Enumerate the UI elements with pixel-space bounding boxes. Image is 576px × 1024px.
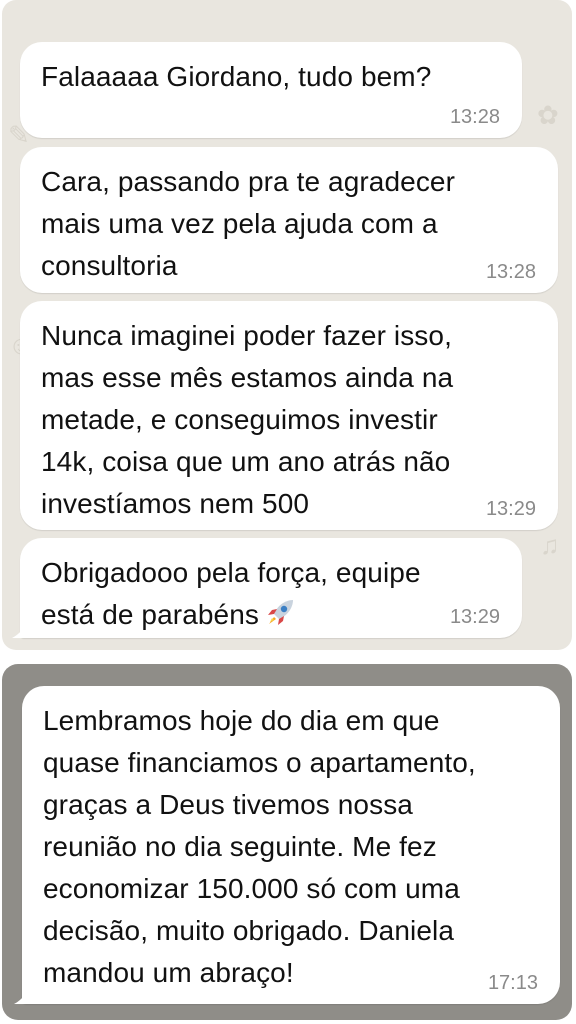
bubble-tail	[12, 616, 32, 638]
chat-panel-bottom: Lembramos hoje do dia em que quase finan…	[2, 664, 572, 1020]
rocket-emoji	[263, 596, 297, 642]
wallpaper-doodle: ♫	[540, 530, 560, 560]
message-bubble[interactable]: Cara, passando pra te agradecer mais uma…	[20, 147, 558, 293]
message-time: 13:29	[485, 498, 536, 520]
message-time: 13:29	[449, 606, 500, 628]
message-time: 13:28	[485, 261, 536, 283]
message-text: Falaaaaa Giordano, tudo bem?	[41, 61, 432, 92]
message-bubble[interactable]: Nunca imaginei poder fazer isso, mas ess…	[20, 301, 558, 530]
message-bubble[interactable]: Obrigadooo pela força, equipe está de pa…	[20, 538, 522, 638]
message-time: 13:28	[449, 106, 500, 128]
message-text-wrap: Obrigadooo pela força, equipe está de pa…	[41, 552, 501, 642]
message-bubble[interactable]: Lembramos hoje do dia em que quase finan…	[22, 686, 560, 1004]
chat-panel-top: ✎ ✿ ☺ ♫ Falaaaaa Giordano, tudo bem? 13:…	[2, 0, 572, 650]
message-bubble[interactable]: Falaaaaa Giordano, tudo bem? 13:28	[20, 42, 522, 138]
message-text: Obrigadooo pela força, equipe está de pa…	[41, 557, 421, 630]
message-text: Nunca imaginei poder fazer isso, mas ess…	[41, 320, 454, 519]
message-text: Lembramos hoje do dia em que quase finan…	[43, 705, 476, 988]
message-text: Cara, passando pra te agradecer mais uma…	[41, 166, 456, 281]
bubble-tail	[14, 982, 34, 1004]
wallpaper-doodle: ✿	[537, 100, 559, 130]
message-time: 17:13	[487, 972, 538, 994]
